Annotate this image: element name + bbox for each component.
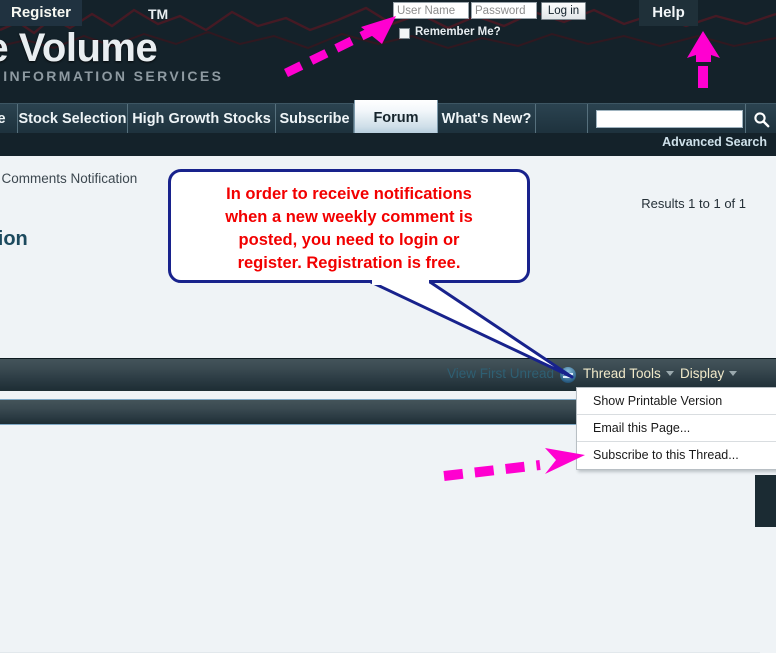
- breadcrumb: y Comments Notification: [0, 171, 138, 186]
- remember-me-label: Remember Me?: [415, 26, 501, 38]
- register-button[interactable]: Register: [0, 0, 82, 26]
- nav-spacer: [536, 104, 588, 134]
- login-button[interactable]: Log in: [541, 2, 586, 20]
- callout-line-2: when a new weekly comment is: [225, 208, 473, 226]
- thread-tools-dropdown: Show Printable Version Email this Page..…: [576, 387, 776, 470]
- site-logo-subtitle: T INFORMATION SERVICES: [0, 68, 224, 84]
- login-bar: User Name Password Log in Remember Me? H…: [0, 0, 776, 44]
- username-input[interactable]: User Name: [393, 2, 469, 19]
- search-input[interactable]: [596, 110, 743, 128]
- nav-search-area: [588, 104, 776, 134]
- unread-post-icon[interactable]: [560, 367, 576, 383]
- thread-tools-label: Thread Tools: [583, 366, 661, 381]
- nav-tab-high-growth-stocks[interactable]: High Growth Stocks: [128, 104, 276, 134]
- view-first-unread-link[interactable]: View First Unread: [447, 366, 554, 381]
- main-navigation: e Stock Selection High Growth Stocks Sub…: [0, 100, 776, 134]
- menu-item-show-printable-version[interactable]: Show Printable Version: [577, 388, 776, 415]
- callout-line-1: In order to receive notifications: [226, 185, 472, 203]
- nav-tab-home[interactable]: e: [0, 104, 18, 134]
- sub-navigation: Advanced Search: [0, 133, 776, 156]
- annotation-callout-box: In order to receive notifications when a…: [168, 169, 530, 283]
- password-input[interactable]: Password: [471, 2, 537, 19]
- annotation-callout-text: In order to receive notifications when a…: [171, 183, 527, 275]
- nav-tab-subscribe[interactable]: Subscribe: [276, 104, 354, 134]
- search-button[interactable]: [745, 104, 776, 134]
- nav-tab-stock-selection[interactable]: Stock Selection: [18, 104, 128, 134]
- callout-line-4: register. Registration is free.: [237, 254, 461, 272]
- callout-line-3: posted, you need to login or: [238, 231, 460, 249]
- nav-tab-forum[interactable]: Forum: [354, 100, 438, 134]
- site-header: ive Volume TM T INFORMATION SERVICES Use…: [0, 0, 776, 103]
- advanced-search-link[interactable]: Advanced Search: [662, 135, 767, 149]
- help-button[interactable]: Help: [639, 0, 698, 26]
- menu-item-subscribe-to-this-thread[interactable]: Subscribe to this Thread...: [577, 442, 776, 469]
- display-menu[interactable]: Display: [680, 366, 738, 381]
- nav-tab-whats-new[interactable]: What's New?: [438, 104, 536, 134]
- remember-me-checkbox[interactable]: [399, 28, 410, 39]
- thread-tools-menu[interactable]: Thread Tools: [583, 366, 674, 381]
- chevron-down-icon: [729, 371, 738, 376]
- page-title: ation: [0, 228, 28, 250]
- right-edge-strip: [755, 475, 776, 527]
- chevron-down-icon: [665, 371, 674, 376]
- display-label: Display: [680, 366, 725, 381]
- results-count: Results 1 to 1 of 1: [641, 196, 746, 211]
- menu-item-email-this-page[interactable]: Email this Page...: [577, 415, 776, 442]
- search-icon: [754, 112, 770, 128]
